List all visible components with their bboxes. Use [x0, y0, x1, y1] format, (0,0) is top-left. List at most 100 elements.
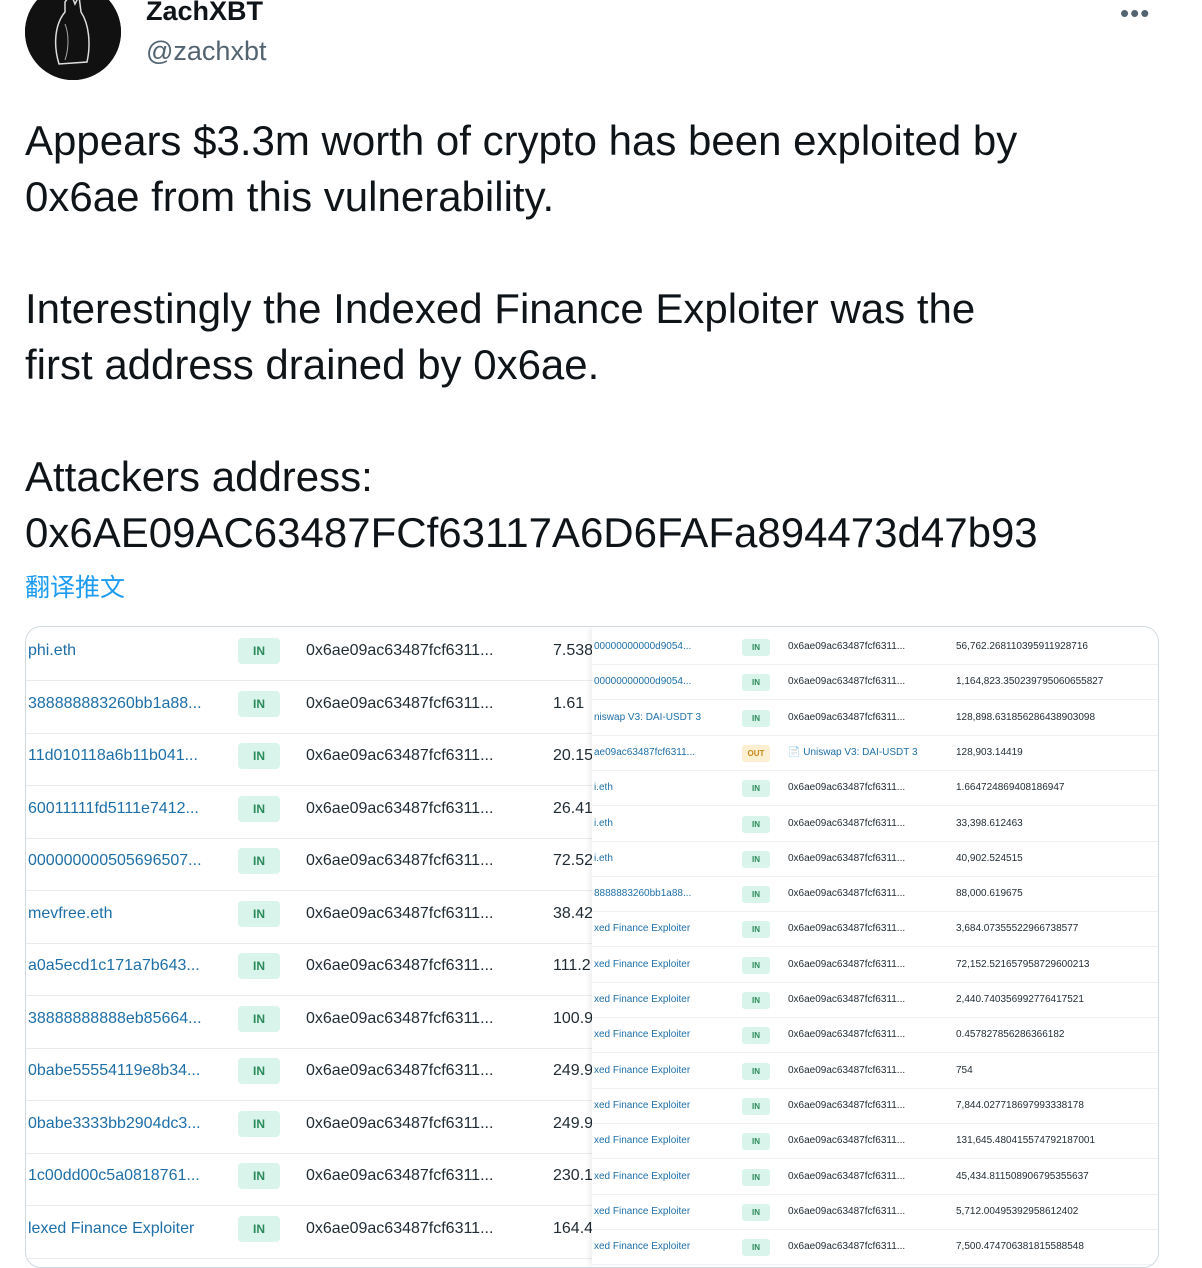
from-address[interactable]: 1c00dd00c5a0818761... [28, 1167, 200, 1185]
to-address[interactable]: 0x6ae09ac63487fcf6311... [306, 642, 493, 660]
from-address[interactable]: 00000000000d9054... [594, 676, 714, 687]
table-row: xed Finance Exploiter IN 0x6ae09ac63487fcf… [592, 947, 1158, 983]
to-address[interactable]: 0x6ae09ac63487fcf6311... [788, 1135, 905, 1146]
to-address[interactable]: 0x6ae09ac63487fcf6311... [788, 1206, 905, 1217]
amount-value: 7,844.027718697993338178 [956, 1099, 1084, 1111]
from-address[interactable]: xed Finance Exploiter [594, 1206, 714, 1217]
to-address[interactable]: 0x6ae09ac63487fcf6311... [788, 1241, 905, 1252]
amount-value: 7.538 [553, 642, 593, 659]
amount-value: 3,684.07355522966738577 [956, 923, 1079, 935]
to-address[interactable]: 0x6ae09ac63487fcf6311... [306, 1115, 493, 1133]
from-address[interactable]: xed Finance Exploiter [594, 959, 714, 970]
from-address[interactable]: 388888883260bb1a88... [28, 695, 202, 713]
from-address[interactable]: phi.eth [28, 642, 76, 660]
table-row: i.eth IN 0x6ae09ac63487fcf6311... 1.6647248… [592, 770, 1158, 807]
direction-badge: IN [742, 1239, 770, 1257]
from-address[interactable]: lexed Finance Exploiter [28, 1220, 194, 1238]
from-address[interactable]: i.eth [594, 853, 714, 864]
tweet-image[interactable]: phi.eth IN 0x6ae09ac63487fcf6311... 7.538 38… [25, 626, 1159, 1268]
from-address[interactable]: 38888888888eb85664... [28, 1010, 202, 1028]
to-address[interactable]: 0x6ae09ac63487fcf6311... [788, 641, 905, 652]
to-address[interactable]: 0x6ae09ac63487fcf6311... [306, 1010, 493, 1028]
to-address[interactable]: 0x6ae09ac63487fcf6311... [788, 1065, 905, 1076]
amount-value: 26.41 [553, 799, 593, 817]
from-address[interactable]: ae09ac63487fcf6311... [594, 747, 714, 758]
direction-badge: IN [742, 886, 770, 904]
to-address[interactable]: 0x6ae09ac63487fcf6311... [788, 1171, 905, 1182]
direction-badge: IN [238, 690, 280, 717]
table-row: xed Finance Exploiter IN 0x6ae09ac63487fcf… [592, 1053, 1158, 1089]
from-address[interactable]: xed Finance Exploiter [594, 1029, 714, 1040]
direction-badge: IN [238, 953, 280, 979]
to-address[interactable]: 0x6ae09ac63487fcf6311... [788, 1100, 905, 1111]
from-address[interactable]: 00000000000d9054... [594, 641, 714, 652]
to-address[interactable]: 0x6ae09ac63487fcf6311... [788, 959, 905, 970]
from-address[interactable]: 8888883260bb1a88... [594, 888, 714, 899]
from-address[interactable]: 0babe55554119e8b34... [28, 1062, 200, 1080]
direction-badge: IN [238, 1215, 280, 1242]
to-address[interactable]: 0x6ae09ac63487fcf6311... [306, 957, 493, 975]
table-row: 00000000000d9054... IN 0x6ae09ac63487fcf63… [592, 629, 1158, 665]
from-address[interactable]: xed Finance Exploiter [594, 1065, 714, 1076]
amount-value: 40,902.524515 [956, 852, 1023, 864]
from-address[interactable]: 000000000505696507... [28, 852, 202, 870]
from-address[interactable]: i.eth [594, 818, 714, 829]
from-address[interactable]: 0babe3333bb2904dc3... [28, 1115, 201, 1133]
from-address[interactable]: xed Finance Exploiter [594, 1100, 714, 1111]
from-address[interactable]: i.eth [594, 782, 714, 793]
avatar[interactable] [25, 0, 121, 80]
to-address[interactable]: 0x6ae09ac63487fcf6311... [788, 818, 905, 829]
to-address[interactable]: 0x6ae09ac63487fcf6311... [788, 712, 905, 723]
to-address[interactable]: 0x6ae09ac63487fcf6311... [788, 676, 905, 687]
to-address[interactable]: 0x6ae09ac63487fcf6311... [306, 852, 493, 870]
to-address[interactable]: 0x6ae09ac63487fcf6311... [788, 888, 905, 899]
user-handle[interactable]: @zachxbt [146, 36, 266, 67]
to-address[interactable]: 0x6ae09ac63487fcf6311... [306, 747, 493, 765]
table-row: 0babe3333bb2904dc3... IN 0x6ae09ac63487fcf… [26, 1100, 596, 1154]
table-row: xed Finance Exploiter IN 0x6ae09ac63487fcf… [592, 1088, 1158, 1124]
to-address[interactable]: 0x6ae09ac63487fcf6311... [788, 994, 905, 1005]
from-address[interactable]: niswap V3: DAI-USDT 3 [594, 712, 714, 723]
direction-badge: IN [238, 1005, 280, 1032]
table-row: i.eth IN 0x6ae09ac63487fcf6311... 40,902.52… [592, 841, 1158, 877]
from-address[interactable]: xed Finance Exploiter [594, 994, 714, 1005]
from-address[interactable]: xed Finance Exploiter [594, 1135, 714, 1146]
amount-value: 7,500.474706381815588548 [956, 1241, 1084, 1253]
amount-value: 2,440.740356992776417521 [956, 994, 1084, 1005]
display-name[interactable]: ZachXBT [146, 0, 263, 27]
amount-value: 128,903.14419 [956, 746, 1023, 758]
direction-badge: IN [742, 780, 770, 798]
transfers-table-left: phi.eth IN 0x6ae09ac63487fcf6311... 7.538 38… [26, 627, 596, 1267]
table-row: a0a5ecd1c171a7b643... IN 0x6ae09ac63487fcf… [26, 942, 596, 996]
table-row: 1c00dd00c5a0818761... IN 0x6ae09ac63487fcf… [26, 1152, 596, 1206]
to-address[interactable]: 0x6ae09ac63487fcf6311... [788, 923, 905, 934]
from-address[interactable]: xed Finance Exploiter [594, 923, 714, 934]
to-address[interactable]: 0x6ae09ac63487fcf6311... [788, 782, 905, 793]
table-row: lexed Finance Exploiter IN 0x6ae09ac63487f… [26, 1205, 596, 1259]
to-address[interactable]: 0x6ae09ac63487fcf6311... [306, 905, 493, 923]
from-address[interactable]: xed Finance Exploiter [594, 1171, 714, 1182]
to-address[interactable]: 0x6ae09ac63487fcf6311... [306, 1167, 493, 1185]
translate-tweet-link[interactable]: 翻译推文 [25, 568, 125, 604]
to-address[interactable]: 0x6ae09ac63487fcf6311... [306, 695, 493, 713]
from-address[interactable]: xed Finance Exploiter [594, 1241, 714, 1252]
from-address[interactable]: 60011111fd5111e7412... [28, 800, 199, 818]
amount-value: 38.42 [553, 904, 593, 922]
from-address[interactable]: 11d010118a6b11b041... [28, 747, 198, 765]
table-row: xed Finance Exploiter IN 0x6ae09ac63487fcf… [592, 982, 1158, 1018]
table-row: ae09ac63487fcf6311... OUT 📄 Uniswap V3: DA… [592, 735, 1158, 771]
to-address[interactable]: 0x6ae09ac63487fcf6311... [306, 1220, 493, 1238]
to-address[interactable]: 0x6ae09ac63487fcf6311... [306, 800, 493, 818]
direction-badge: IN [238, 1058, 280, 1084]
to-address[interactable]: 📄 Uniswap V3: DAI-USDT 3 [788, 747, 918, 758]
direction-badge: IN [238, 638, 280, 664]
to-address[interactable]: 0x6ae09ac63487fcf6311... [788, 853, 905, 864]
to-address[interactable]: 0x6ae09ac63487fcf6311... [306, 1062, 493, 1080]
to-address[interactable]: 0x6ae09ac63487fcf6311... [788, 1029, 905, 1040]
amount-value: 72.52 [553, 852, 593, 869]
table-row: xed Finance Exploiter IN 0x6ae09ac63487fcf… [592, 1194, 1158, 1230]
from-address[interactable]: mevfree.eth [28, 905, 112, 923]
from-address[interactable]: a0a5ecd1c171a7b643... [28, 957, 200, 975]
more-options-icon[interactable]: ••• [1120, 0, 1150, 29]
table-row: 0babe55554119e8b34... IN 0x6ae09ac63487fcf… [26, 1047, 596, 1101]
